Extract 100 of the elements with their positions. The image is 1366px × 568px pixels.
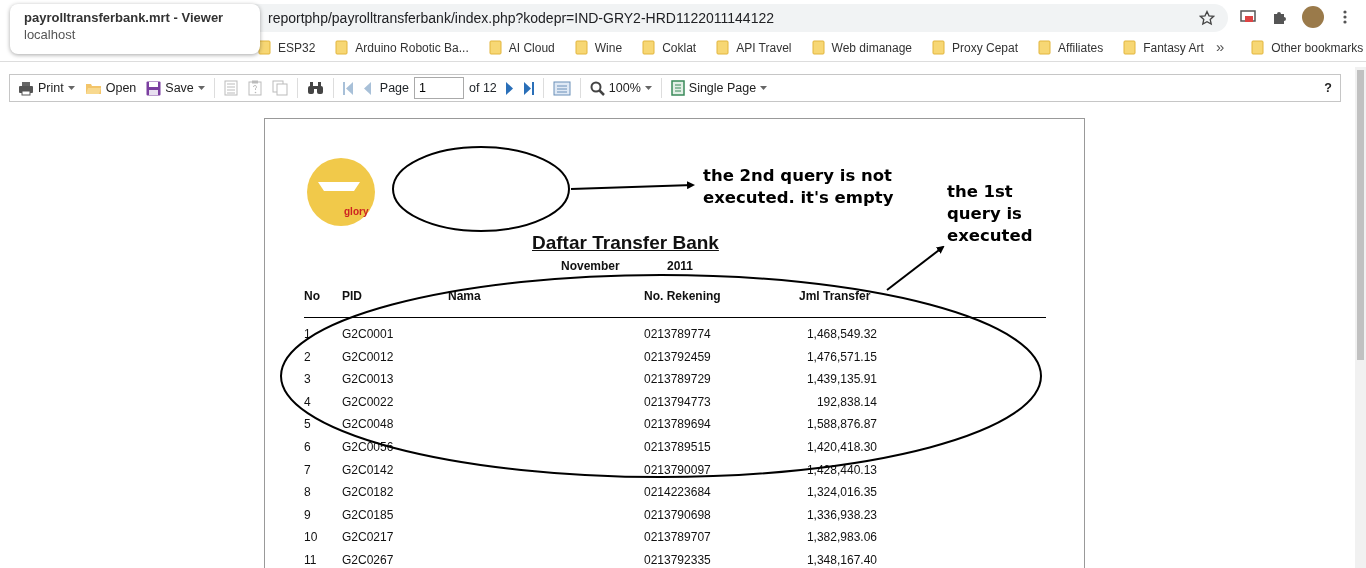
caret-icon <box>197 86 205 90</box>
table-cell-text: 0213794773 <box>644 393 711 411</box>
view-mode-button[interactable]: Single Page <box>666 76 772 100</box>
table-cell-text: 1,348,167.40 <box>806 552 877 568</box>
report-year: 2011 <box>667 258 694 275</box>
table-cell-text: G2C0001 <box>342 326 394 343</box>
clipboard-icon <box>247 80 262 96</box>
table-cell-text: 7 <box>304 461 311 479</box>
table-cell-text: 0214223684 <box>644 484 711 502</box>
caret-icon <box>67 86 75 90</box>
save-button[interactable]: Save <box>142 76 209 100</box>
folder-icon <box>84 81 102 95</box>
scrollbar-thumb[interactable] <box>1357 70 1364 360</box>
print-button[interactable]: Print <box>14 76 79 100</box>
binoculars-icon <box>306 81 324 95</box>
bookmark[interactable]: Proxy Cepat <box>932 38 1019 57</box>
table-cell-text: 1,588,876.87 <box>806 416 877 434</box>
table-cell-text: G2C0267 <box>342 552 394 568</box>
page-count: of 12 <box>469 79 497 97</box>
bookmark[interactable]: API Travel <box>716 38 792 57</box>
bookmark[interactable]: Fantasy Art <box>1123 38 1204 57</box>
table-cell-text: G2C0048 <box>342 416 394 434</box>
table-cell-text: 5 <box>304 416 311 434</box>
table-cell-text: G2C0012 <box>342 348 394 366</box>
folder-icon <box>335 40 349 55</box>
previous-icon <box>362 81 371 95</box>
help-button[interactable]: ? <box>1320 76 1336 100</box>
folder-icon <box>574 40 588 55</box>
magnifier-icon <box>589 80 605 96</box>
folder-icon <box>716 40 730 55</box>
next-icon <box>505 81 514 95</box>
table-cell-text: 1,420,418.30 <box>806 439 877 456</box>
printer-icon <box>18 80 34 96</box>
zoom-button[interactable]: 100% <box>585 76 656 100</box>
table-cell-text: 0213790698 <box>644 506 711 524</box>
folder-icon <box>642 40 656 55</box>
menu-icon[interactable] <box>1343 10 1347 24</box>
arrow <box>886 245 945 291</box>
bookmark[interactable]: AI Cloud <box>488 38 555 57</box>
report-month: November <box>561 258 620 275</box>
open-button[interactable]: Open <box>80 76 141 100</box>
folder-icon <box>488 40 502 55</box>
bookmark[interactable]: Arduino Robotic Ba... <box>335 38 469 57</box>
table-cell-text: G2C0217 <box>342 529 394 547</box>
overflow-chevron[interactable]: » <box>1215 36 1225 59</box>
folder-icon <box>1251 40 1265 55</box>
bookmark[interactable]: ESP32 <box>258 38 316 57</box>
table-cell-text: 11 <box>304 552 317 568</box>
bookmark[interactable]: Web dimanage <box>811 38 912 57</box>
column-header: Jml Transfer <box>799 288 871 305</box>
table-cell-text: 1,382,983.06 <box>806 529 877 547</box>
bookmark[interactable]: Other bookmarks <box>1251 38 1364 57</box>
table-cell-text: 4 <box>304 393 311 411</box>
folder-icon <box>811 40 825 55</box>
table-cell-text: 9 <box>304 506 311 524</box>
table-cell-text: 0213789729 <box>644 371 711 389</box>
page-number-field[interactable]: 1 <box>414 77 464 99</box>
table-cell-text: 1,336,938.23 <box>806 506 877 524</box>
caret-icon <box>760 86 768 90</box>
table-cell-text: 10 <box>304 529 318 547</box>
annotation-text: the 2nd query is not executed. it's empty <box>703 165 895 209</box>
table-cell-text: 192,838.14 <box>816 393 877 411</box>
table-cell-text: 0213792459 <box>644 348 711 366</box>
table-cell-text: 0213789694 <box>644 416 711 434</box>
page-icon <box>670 80 685 96</box>
first-page-icon <box>342 81 353 95</box>
window-icon <box>552 80 571 96</box>
cast-icon[interactable] <box>1240 10 1256 24</box>
tooltip-host: localhost <box>24 26 77 43</box>
last-page-icon <box>523 81 534 95</box>
page-label: Page <box>379 79 409 97</box>
table-cell-text: 0213789774 <box>644 326 711 343</box>
table-cell-text: 1,324,016.35 <box>806 484 877 502</box>
caret-icon <box>644 86 652 90</box>
bookmark[interactable]: Affiliates <box>1038 38 1104 57</box>
table-cell-text: G2C0022 <box>342 393 394 411</box>
column-header: No <box>304 288 320 305</box>
column-header: PID <box>342 288 362 305</box>
list-icon <box>223 80 238 96</box>
bookmark[interactable]: Wine <box>574 38 623 57</box>
star-icon[interactable] <box>1199 10 1215 26</box>
folder-icon <box>932 40 945 55</box>
bookmark[interactable]: Coklat <box>642 38 697 57</box>
table-cell-text: 3 <box>304 371 311 389</box>
table-cell-text: 0213792335 <box>644 552 711 568</box>
annotation-text: the 1st query is executed <box>947 181 1034 247</box>
report-title: Daftar Transfer Bank <box>532 231 719 255</box>
avatar-icon[interactable] <box>1302 6 1324 28</box>
table-cell-text: 1,428,440.13 <box>806 461 877 479</box>
table-cell-text: 1,468,549.32 <box>806 326 877 343</box>
table-cell-text: 1,476,571.15 <box>806 348 877 366</box>
table-cell-text: 8 <box>304 484 311 502</box>
puzzle-icon[interactable] <box>1272 9 1288 25</box>
table-cell-text: 2 <box>304 348 311 366</box>
column-header: Nama <box>448 288 481 305</box>
url-text: reportphp/payrolltransferbank/index.php?kodepr=IND-GRY2-HRD1122011144122 <box>268 8 774 28</box>
pages-icon <box>271 80 288 96</box>
logo-text: glory <box>344 205 369 219</box>
table-cell-text: 0213789707 <box>644 529 711 547</box>
table-cell-text: G2C0142 <box>342 461 394 479</box>
